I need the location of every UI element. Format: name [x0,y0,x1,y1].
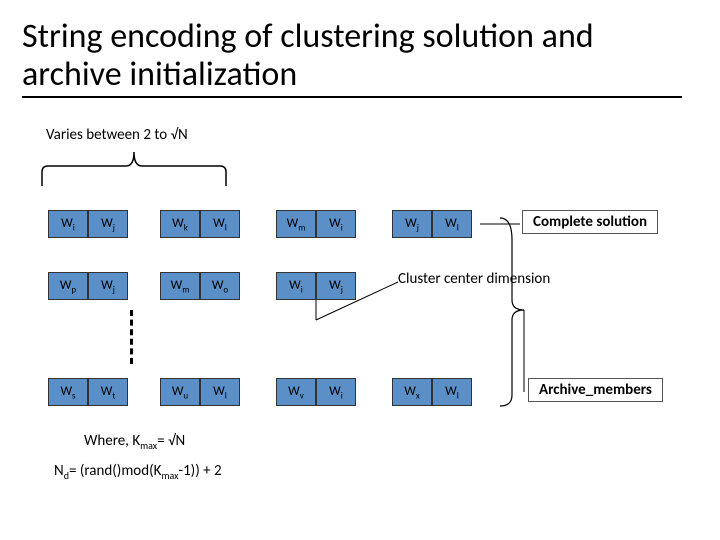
weight-cell: Wl [432,210,472,238]
archive-members-label: Archive_members [528,378,663,402]
weight-cell: Wl [200,210,240,238]
weight-cell: Wl [432,378,472,406]
weight-cell: Wk [160,210,200,238]
weight-cell: Wm [160,272,200,300]
weight-cell: Wi [276,272,316,300]
weight-cell: Wj [392,210,432,238]
weight-cell: Wv [276,378,316,406]
weight-cell: Wj [88,272,128,300]
vertical-ellipsis-icon [130,310,133,364]
complete-solution-label: Complete solution [522,210,658,234]
cluster-dimension-label: Cluster center dimension [398,270,550,288]
varies-caption: Varies between 2 to √N [46,126,188,144]
brace-icon [40,148,228,188]
weight-cell: Wj [88,210,128,238]
weight-cell: Wx [392,378,432,406]
page-title: String encoding of clustering solution a… [22,18,682,98]
weight-cell: Wi [316,210,356,238]
weight-cell: Wj [316,272,356,300]
formula-nd: Nd= (rand()mod(Kmax-1)) + 2 [54,462,222,482]
weight-cell: Wu [160,378,200,406]
weight-cell: Wp [48,272,88,300]
weight-cell: Ws [48,378,88,406]
weight-cell: Wm [276,210,316,238]
weight-cell: Wt [88,378,128,406]
weight-cell: Wi [316,378,356,406]
formula-kmax: Where, Kmax= √N [84,432,185,452]
weight-cell: Wl [200,378,240,406]
weight-cell: Wo [200,272,240,300]
weight-cell: Wi [48,210,88,238]
